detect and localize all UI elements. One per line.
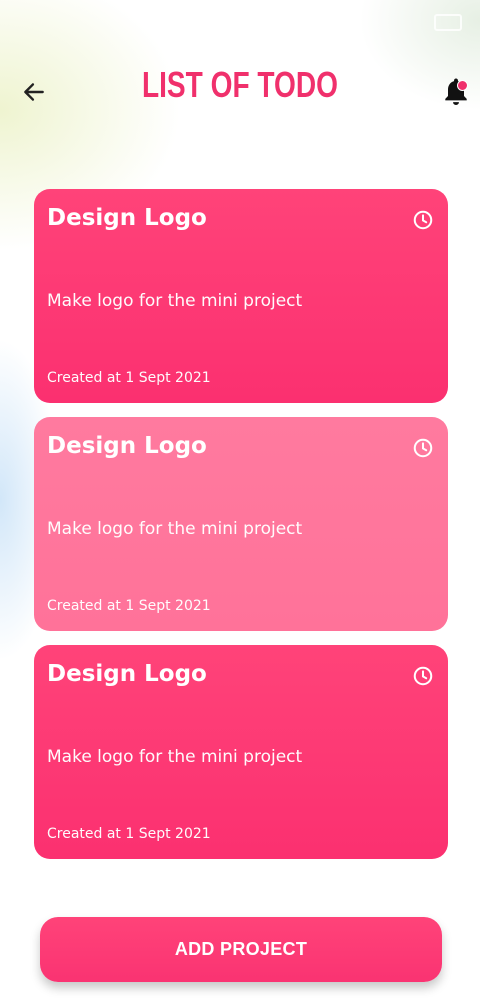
- todo-description: Make logo for the mini project: [47, 519, 303, 539]
- back-button[interactable]: [14, 72, 54, 112]
- todo-description: Make logo for the mini project: [47, 747, 303, 767]
- todo-card[interactable]: Design Logo Make logo for the mini proje…: [34, 417, 448, 631]
- todo-description: Make logo for the mini project: [47, 291, 303, 311]
- page-title: LIST OF TODO: [141, 64, 339, 105]
- notification-button[interactable]: [436, 72, 476, 112]
- todo-created-date: Created at 1 Sept 2021: [47, 826, 211, 842]
- battery-icon: [434, 14, 462, 31]
- todo-card[interactable]: Design Logo Make logo for the mini proje…: [34, 189, 448, 403]
- add-project-button[interactable]: ADD PROJECT: [40, 917, 442, 982]
- clock-icon[interactable]: [412, 209, 434, 231]
- clock-icon[interactable]: [412, 665, 434, 687]
- todo-card[interactable]: Design Logo Make logo for the mini proje…: [34, 645, 448, 859]
- todo-title: Design Logo: [47, 205, 207, 231]
- arrow-left-icon: [24, 83, 44, 101]
- notification-badge: [457, 80, 468, 91]
- todo-created-date: Created at 1 Sept 2021: [47, 598, 211, 614]
- todo-created-date: Created at 1 Sept 2021: [47, 370, 211, 386]
- todo-title: Design Logo: [47, 433, 207, 459]
- todo-title: Design Logo: [47, 661, 207, 687]
- clock-icon[interactable]: [412, 437, 434, 459]
